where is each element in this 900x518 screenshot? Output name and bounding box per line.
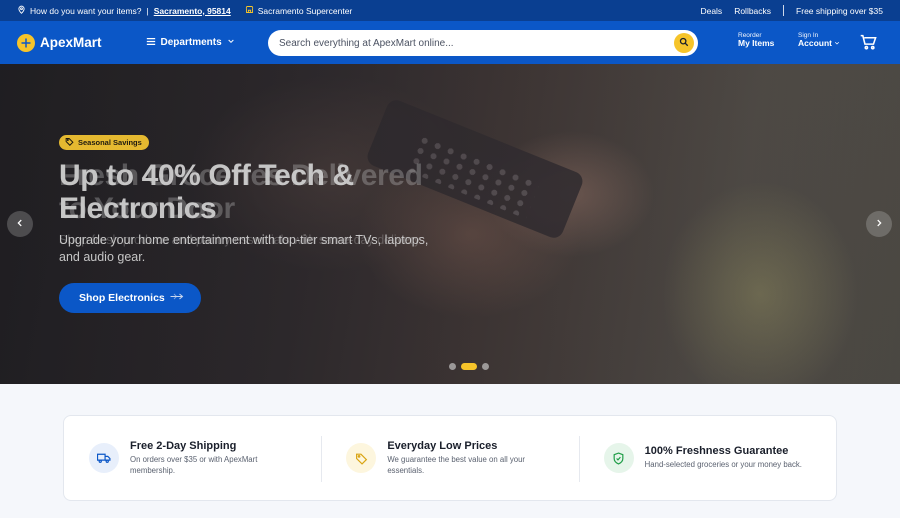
menu-icon <box>146 37 156 49</box>
free-shipping-note[interactable]: Free shipping over $35 <box>796 6 883 16</box>
chevron-down-icon <box>834 39 840 48</box>
search-input[interactable] <box>279 37 659 49</box>
location-prompt: How do you want your items? <box>30 5 142 16</box>
badge-label: Seasonal Savings <box>78 138 142 147</box>
reorder-link[interactable]: Reorder My Items <box>738 32 774 48</box>
store-icon <box>245 5 254 16</box>
account-label: Account <box>798 38 840 49</box>
benefit-desc: We guarantee the best value on all your … <box>387 455 526 475</box>
account-big-label: Account <box>798 38 832 49</box>
benefit-item: 100% Freshness Guarantee Hand-selected g… <box>578 416 836 500</box>
account-menu[interactable]: Sign In Account <box>798 32 840 48</box>
tag-icon <box>346 443 377 473</box>
departments-label: Departments <box>160 37 222 48</box>
carousel-dot-1[interactable] <box>449 363 456 370</box>
search-button[interactable] <box>674 33 694 53</box>
shop-electronics-button[interactable]: Shop Electronics <box>59 283 201 313</box>
benefit-desc: Hand-selected groceries or your money ba… <box>644 460 802 470</box>
brand-name: ApexMart <box>40 35 102 50</box>
chevron-down-icon <box>227 37 235 48</box>
search-icon <box>679 34 689 52</box>
signin-small-label: Sign In <box>798 32 819 39</box>
divider <box>783 5 785 16</box>
rollbacks-link[interactable]: Rollbacks <box>734 6 771 16</box>
chevron-left-icon <box>15 215 25 233</box>
brand-logo[interactable]: ApexMart <box>17 33 102 52</box>
zip-link[interactable]: Sacramento, 95814 <box>154 6 231 16</box>
truck-icon <box>89 443 119 473</box>
cart-button[interactable] <box>860 34 877 55</box>
shield-check-icon <box>603 443 634 473</box>
arrow-right-icon <box>170 292 184 304</box>
benefits-strip: Free 2-Day Shipping On orders over $35 o… <box>63 415 837 501</box>
benefit-title: Everyday Low Prices <box>387 440 498 452</box>
reorder-big-label: My Items <box>738 38 775 49</box>
cta-label: Shop Electronics <box>79 292 165 304</box>
departments-menu-button[interactable]: Departments <box>146 37 235 49</box>
hero-title: Up to 40% Off Tech & Electronics <box>59 159 354 225</box>
benefit-title: 100% Freshness Guarantee <box>644 445 789 458</box>
hero-carousel: Seasonal Savings Fresh Groceries Deliver… <box>0 64 900 384</box>
chevron-right-icon <box>874 215 884 233</box>
divider: | <box>146 5 149 16</box>
store-name: Sacramento Supercenter <box>257 5 353 16</box>
carousel-dots <box>449 363 489 370</box>
benefit-item: Free 2-Day Shipping On orders over $35 o… <box>64 416 321 500</box>
seasonal-badge: Seasonal Savings <box>59 135 149 150</box>
main-header: ApexMart Departments Reorder My Items Si… <box>0 21 900 64</box>
reorder-small-label: Reorder <box>738 32 762 39</box>
location-pin-icon <box>17 5 26 16</box>
benefit-desc: On orders over $35 or with ApexMart memb… <box>130 455 258 475</box>
spark-logo-icon <box>17 33 35 52</box>
benefit-item: Everyday Low Prices We guarantee the bes… <box>321 416 578 500</box>
tag-icon <box>65 137 74 148</box>
carousel-dot-2[interactable] <box>461 363 477 370</box>
carousel-prev-button[interactable] <box>7 211 33 237</box>
carousel-dot-3[interactable] <box>482 363 489 370</box>
search-bar <box>268 30 698 56</box>
store-selector[interactable]: Sacramento Supercenter <box>245 5 353 16</box>
deals-link[interactable]: Deals <box>700 6 722 16</box>
hero-subtitle: Upgrade your home entertainment with top… <box>59 233 429 264</box>
benefit-title: Free 2-Day Shipping <box>130 440 237 452</box>
cart-icon <box>860 34 877 54</box>
top-utility-bar: How do you want your items? | Sacramento… <box>0 0 900 21</box>
carousel-next-button[interactable] <box>866 211 892 237</box>
